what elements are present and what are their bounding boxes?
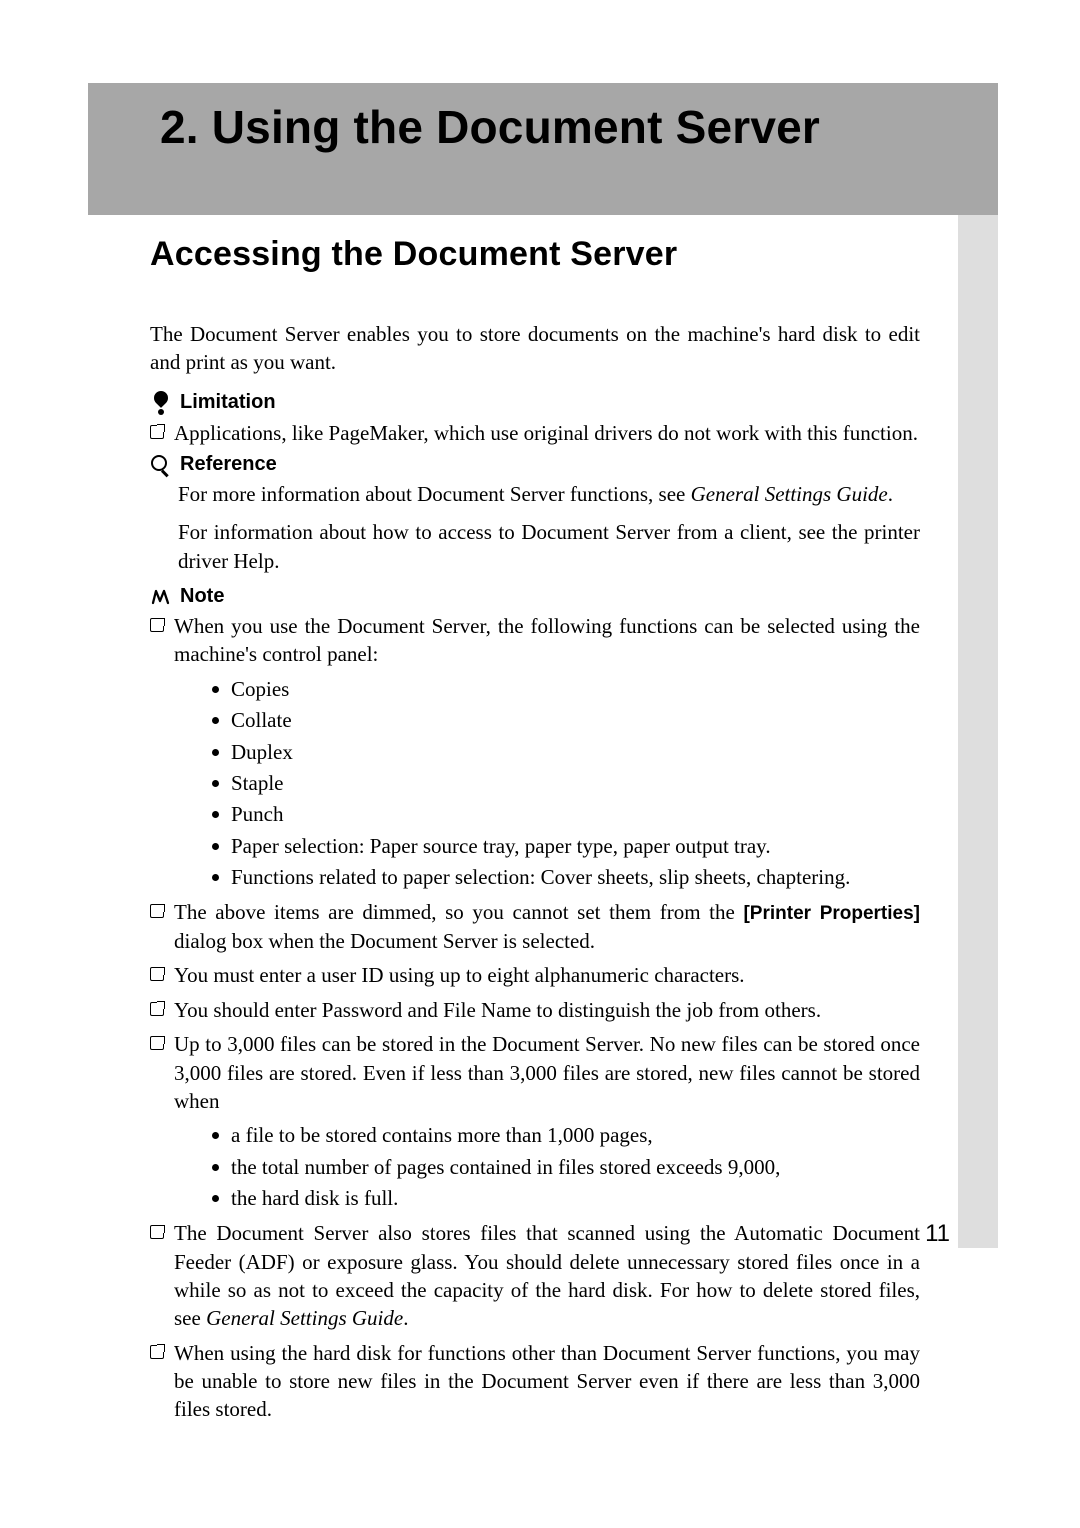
page: 2. Using the Document Server Accessing t… — [0, 0, 1080, 1528]
side-band — [958, 215, 998, 1248]
limitation-heading: Limitation — [150, 391, 920, 415]
note-item: The above items are dimmed, so you canno… — [150, 898, 920, 955]
bullet-text: Punch — [231, 800, 284, 829]
bullet-text: a file to be stored contains more than 1… — [231, 1121, 653, 1150]
list-item: Staple — [212, 769, 920, 798]
list-item: Punch — [212, 800, 920, 829]
bullet-icon — [212, 749, 219, 756]
chapter-number: 2. — [160, 101, 199, 153]
rich-bold: [Printer Properties] — [743, 903, 920, 924]
reference-line-1: For more information about Document Serv… — [178, 480, 920, 508]
list-item: Functions related to paper selection: Co… — [212, 863, 920, 892]
reference-pre-2: For information about how to access to D… — [178, 520, 920, 572]
note-text: You should enter Password and File Name … — [174, 996, 920, 1024]
bullet-icon — [212, 686, 219, 693]
rich-em: General Settings Guide — [206, 1306, 403, 1330]
section-title: Accessing the Document Server — [150, 235, 920, 274]
limitation-text: Applications, like PageMaker, which use … — [174, 419, 920, 447]
box-bullet-icon — [150, 1345, 164, 1359]
note-bullet-list: a file to be stored contains more than 1… — [212, 1121, 920, 1213]
bullet-icon — [212, 874, 219, 881]
note-heading: Note — [150, 585, 920, 608]
bullet-text: Duplex — [231, 738, 293, 767]
limitation-icon — [150, 391, 172, 415]
note-item: When you use the Document Server, the fo… — [150, 612, 920, 669]
reference-heading: Reference — [150, 453, 920, 476]
box-bullet-icon — [150, 967, 164, 981]
list-item: a file to be stored contains more than 1… — [212, 1121, 920, 1150]
page-number: 11 — [925, 1220, 950, 1248]
note-item: The Document Server also stores files th… — [150, 1219, 920, 1332]
reference-em-1: General Settings Guide — [691, 482, 888, 506]
bullet-icon — [212, 1195, 219, 1202]
list-item: Collate — [212, 706, 920, 735]
reference-icon — [150, 454, 172, 476]
box-bullet-icon — [150, 1036, 164, 1050]
limitation-item: Applications, like PageMaker, which use … — [150, 419, 920, 447]
bullet-icon — [212, 717, 219, 724]
chapter-title-text: Using the Document Server — [212, 101, 820, 153]
note-text: You must enter a user ID using up to eig… — [174, 961, 920, 989]
list-item: the hard disk is full. — [212, 1184, 920, 1213]
note-text-rich: The Document Server also stores files th… — [174, 1219, 920, 1332]
note-item: Up to 3,000 files can be stored in the D… — [150, 1030, 920, 1115]
rich-post: dialog box when the Document Server is s… — [174, 929, 595, 953]
bullet-icon — [212, 843, 219, 850]
bullet-icon — [212, 1164, 219, 1171]
box-bullet-icon — [150, 904, 164, 918]
note-item: You must enter a user ID using up to eig… — [150, 961, 920, 989]
intro-paragraph: The Document Server enables you to store… — [150, 320, 920, 377]
bullet-text: Paper selection: Paper source tray, pape… — [231, 832, 771, 861]
list-item: Copies — [212, 675, 920, 704]
content-area: Accessing the Document Server The Docume… — [150, 235, 920, 1430]
reference-pre-1: For more information about Document Serv… — [178, 482, 691, 506]
bullet-text: Functions related to paper selection: Co… — [231, 863, 850, 892]
note-bullet-list: Copies Collate Duplex Staple Punch Paper… — [212, 675, 920, 893]
note-text: Up to 3,000 files can be stored in the D… — [174, 1030, 920, 1115]
list-item: Paper selection: Paper source tray, pape… — [212, 832, 920, 861]
note-text: When you use the Document Server, the fo… — [174, 612, 920, 669]
bullet-icon — [212, 1132, 219, 1139]
bullet-icon — [212, 780, 219, 787]
box-bullet-icon — [150, 425, 164, 439]
bullet-text: the hard disk is full. — [231, 1184, 398, 1213]
chapter-title: 2. Using the Document Server — [160, 100, 980, 154]
rich-post: . — [403, 1306, 408, 1330]
bullet-text: the total number of pages contained in f… — [231, 1153, 780, 1182]
rich-pre: The above items are dimmed, so you canno… — [174, 900, 743, 924]
note-item: You should enter Password and File Name … — [150, 996, 920, 1024]
box-bullet-icon — [150, 1002, 164, 1016]
note-text-rich: The above items are dimmed, so you canno… — [174, 898, 920, 955]
box-bullet-icon — [150, 618, 164, 632]
note-label: Note — [180, 585, 224, 608]
note-icon — [150, 587, 172, 607]
bullet-icon — [212, 811, 219, 818]
bullet-text: Copies — [231, 675, 289, 704]
reference-post-1: . — [888, 482, 893, 506]
limitation-label: Limitation — [180, 391, 276, 414]
note-item: When using the hard disk for functions o… — [150, 1339, 920, 1424]
list-item: the total number of pages contained in f… — [212, 1153, 920, 1182]
note-text: When using the hard disk for functions o… — [174, 1339, 920, 1424]
bullet-text: Staple — [231, 769, 284, 798]
box-bullet-icon — [150, 1225, 164, 1239]
reference-line-2: For information about how to access to D… — [178, 518, 920, 575]
bullet-text: Collate — [231, 706, 292, 735]
list-item: Duplex — [212, 738, 920, 767]
reference-label: Reference — [180, 453, 277, 476]
